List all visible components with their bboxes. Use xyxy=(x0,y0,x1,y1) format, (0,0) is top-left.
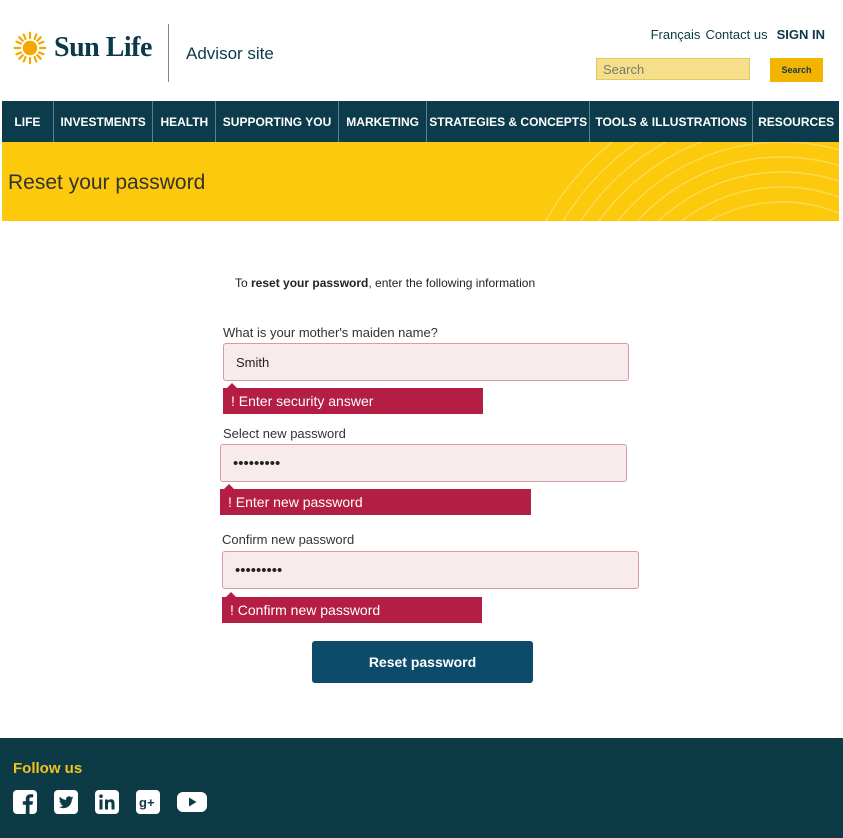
twitter-icon[interactable] xyxy=(54,790,78,814)
main-nav: LIFE INVESTMENTS HEALTH SUPPORTING YOU M… xyxy=(2,101,839,142)
search-input[interactable] xyxy=(596,58,750,80)
form-intro: To reset your password, enter the follow… xyxy=(235,276,535,290)
svg-text:g+: g+ xyxy=(139,795,155,810)
confirm-password-input[interactable]: ••••••••• xyxy=(222,551,639,589)
intro-suffix: , enter the following information xyxy=(368,276,536,290)
intro-bold: reset your password xyxy=(251,276,369,290)
confirm-password-error: ! Confirm new password xyxy=(222,592,482,623)
search-button[interactable]: Search xyxy=(770,58,823,82)
nav-item-investments[interactable]: INVESTMENTS xyxy=(54,101,154,142)
brand-name: Sun Life xyxy=(54,32,152,63)
logo-divider xyxy=(168,24,169,82)
sun-icon xyxy=(13,31,47,65)
confirm-password-label: Confirm new password xyxy=(222,532,355,547)
page-title: Reset your password xyxy=(8,171,206,194)
security-answer-input[interactable]: Smith xyxy=(223,343,629,381)
contact-us-link[interactable]: Contact us xyxy=(705,27,767,42)
reset-password-button[interactable]: Reset password xyxy=(312,641,533,683)
page-banner: Reset your password xyxy=(2,142,839,221)
new-password-label: Select new password xyxy=(223,426,346,441)
brand-logo[interactable]: Sun Life xyxy=(12,30,152,66)
francais-link[interactable]: Français xyxy=(651,27,701,42)
site-footer: Follow us g+ xyxy=(0,738,843,838)
nav-item-health[interactable]: HEALTH xyxy=(153,101,217,142)
utility-links: Français Contact us SIGN IN xyxy=(651,27,825,42)
nav-item-supporting-you[interactable]: SUPPORTING YOU xyxy=(216,101,339,142)
security-answer-error: ! Enter security answer xyxy=(223,383,483,414)
security-question-label: What is your mother's maiden name? xyxy=(223,325,438,340)
intro-prefix: To xyxy=(235,276,252,290)
youtube-icon[interactable] xyxy=(177,790,207,814)
linkedin-icon[interactable] xyxy=(95,790,119,814)
follow-us-label: Follow us xyxy=(13,760,83,777)
new-password-input[interactable]: ••••••••• xyxy=(220,444,627,482)
social-links: g+ xyxy=(13,790,207,814)
nav-item-strategies-concepts[interactable]: STRATEGIES & CONCEPTS xyxy=(427,101,590,142)
facebook-icon[interactable] xyxy=(13,790,37,814)
new-password-error: ! Enter new password xyxy=(220,484,531,515)
nav-item-tools-illustrations[interactable]: TOOLS & ILLUSTRATIONS xyxy=(590,101,754,142)
site-header: Sun Life Advisor site Français Contact u… xyxy=(0,0,843,100)
nav-item-life[interactable]: LIFE xyxy=(2,101,54,142)
nav-item-resources[interactable]: RESOURCES xyxy=(753,101,839,142)
google-plus-icon[interactable]: g+ xyxy=(136,790,160,814)
nav-item-marketing[interactable]: MARKETING xyxy=(339,101,428,142)
site-name: Advisor site xyxy=(186,44,274,63)
sign-in-link[interactable]: SIGN IN xyxy=(777,27,825,42)
